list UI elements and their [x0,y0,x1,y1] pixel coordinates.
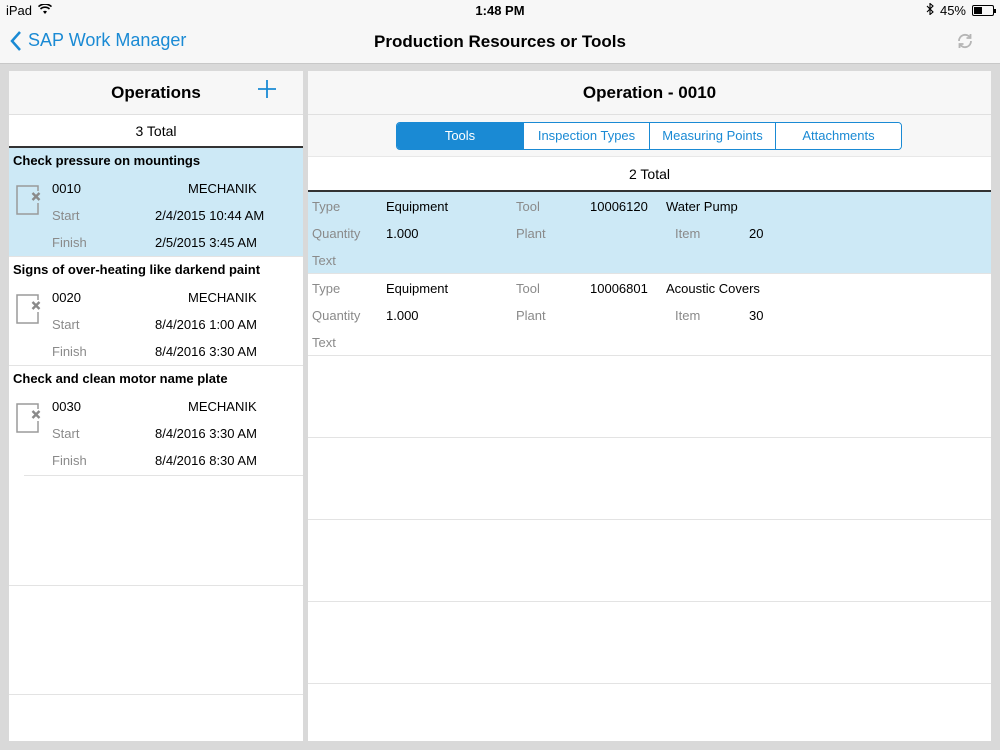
empty-row [308,520,991,602]
empty-row [308,438,991,520]
operation-finish: 8/4/2016 8:30 AM [155,453,257,468]
operation-number: 0010 [52,181,81,196]
tool-label: Tool [516,281,540,296]
operation-detail-title: Operation - 0010 [582,83,717,102]
operation-start: 2/4/2015 10:44 AM [155,208,265,223]
plant-label: Plant [516,308,546,323]
tools-total: 2 Total [308,157,991,192]
status-time: 1:48 PM [475,3,525,18]
operation-title: Signs of over-heating like darkend paint [13,262,261,277]
tool-number: 10006120 [590,199,648,214]
plant-label: Plant [516,226,546,241]
start-label: Start [52,317,80,332]
refresh-button[interactable] [956,32,974,55]
type-label: Type [312,199,341,214]
operation-detail-header: Operation - 0010 [308,71,991,115]
tool-quantity: 1.000 [386,308,419,323]
tool-type: Equipment [386,281,449,296]
battery-percent: 45% [939,3,966,18]
empty-row [308,602,991,684]
battery-fill [974,7,982,14]
operation-list-item[interactable]: Check and clean motor name plate 0030 ME… [9,366,303,475]
operation-number: 0030 [52,399,81,414]
add-operation-button[interactable] [257,79,277,104]
operations-header: Operations [9,71,303,115]
list-divider [9,694,303,695]
start-label: Start [52,426,80,441]
operation-list-item[interactable]: Signs of over-heating like darkend paint… [9,257,303,366]
operation-finish: 8/4/2016 3:30 AM [155,344,257,359]
operations-total: 3 Total [9,115,303,148]
operation-number: 0020 [52,290,81,305]
tab-measuring-points[interactable]: Measuring Points [649,123,775,149]
list-divider [24,475,303,476]
start-label: Start [52,208,80,223]
tool-label: Tool [516,199,540,214]
segment-bar: Tools Inspection Types Measuring Points … [308,115,991,157]
operation-list-item[interactable]: Check pressure on mountings 0010 MECHANI… [9,148,303,257]
no-image-icon [16,403,41,433]
operation-start: 8/4/2016 1:00 AM [155,317,257,332]
status-bar: iPad 1:48 PM 45% [0,0,1000,22]
navigation-bar: SAP Work Manager Production Resources or… [0,22,1000,64]
empty-row [308,356,991,438]
tab-tools[interactable]: Tools [397,123,523,149]
tool-item: 30 [749,308,764,323]
text-label: Text [312,253,336,268]
operation-finish: 2/5/2015 3:45 AM [155,235,257,250]
finish-label: Finish [52,235,87,250]
tool-number: 10006801 [590,281,648,296]
page-title: Production Resources or Tools [374,32,626,51]
text-label: Text [312,335,336,350]
finish-label: Finish [52,453,87,468]
no-image-icon [16,294,41,324]
operation-title: Check and clean motor name plate [13,371,228,386]
tool-name: Acoustic Covers [666,281,760,296]
plus-icon [258,80,276,98]
tool-name: Water Pump [666,199,738,214]
refresh-icon [958,33,972,49]
quantity-label: Quantity [312,308,361,323]
operation-work-center: MECHANIK [188,181,257,196]
operation-start: 8/4/2016 3:30 AM [155,426,257,441]
operation-work-center: MECHANIK [188,399,257,414]
operation-detail-panel: Operation - 0010 Tools Inspection Types … [308,71,991,741]
bluetooth-icon [926,2,934,18]
type-label: Type [312,281,341,296]
battery-icon [972,5,996,16]
operations-panel: Operations 3 Total Check pressure on mou… [9,71,303,741]
quantity-label: Quantity [312,226,361,241]
operation-work-center: MECHANIK [188,290,257,305]
tool-list-item[interactable]: Type Equipment Tool 10006120 Water Pump … [308,192,991,274]
tool-type: Equipment [386,199,449,214]
operation-title: Check pressure on mountings [13,153,201,168]
tool-list-item[interactable]: Type Equipment Tool 10006801 Acoustic Co… [308,274,991,356]
segmented-control: Tools Inspection Types Measuring Points … [396,122,902,150]
finish-label: Finish [52,344,87,359]
item-label: Item [675,226,701,241]
item-label: Item [675,308,701,323]
list-divider [9,585,303,586]
tab-attachments[interactable]: Attachments [775,123,901,149]
tab-inspection-types[interactable]: Inspection Types [523,123,649,149]
tool-quantity: 1.000 [386,226,419,241]
tool-item: 20 [749,226,764,241]
no-image-icon [16,185,41,215]
